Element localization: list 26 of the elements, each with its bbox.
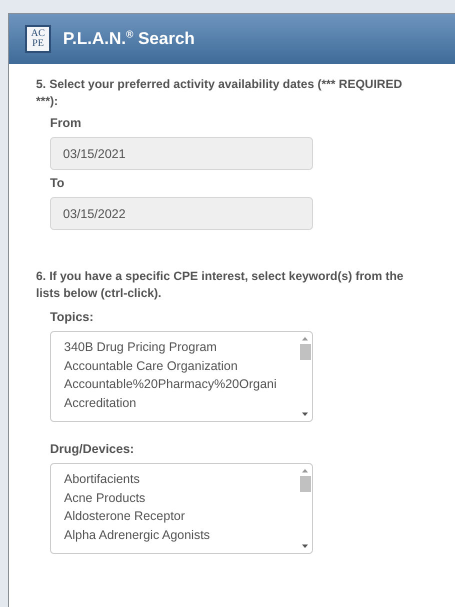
keyword-listbox[interactable]: 340B Drug Pricing Program Accountable Care Organization Accountable%20Pharmacy%20Organi Accreditation [50,331,313,422]
scrollbar-thumb[interactable] [300,476,310,492]
list-option[interactable]: Accountable%20Pharmacy%20Organi [64,375,298,394]
list-option[interactable]: Alpha Adrenergic Agonists [64,526,298,545]
scroll-up-icon[interactable] [301,336,309,341]
list-option[interactable]: 340B Drug Pricing Program [64,338,298,357]
date-field[interactable]: 03/15/2022 [50,197,313,230]
scroll-up-icon[interactable] [301,468,309,473]
date-field[interactable]: 03/15/2021 [50,137,313,170]
keyword-listbox[interactable]: Abortifacients Acne Products Aldosterone Receptor Alpha Adrenergic Agonists [50,463,313,554]
scrollbar-thumb[interactable] [300,344,310,360]
logo-icon: AC PE [25,25,51,53]
list-option[interactable]: Abortifacients [64,470,298,489]
list-option[interactable]: Accreditation [64,394,298,413]
scroll-down-icon[interactable] [301,544,309,549]
list-option[interactable]: Accountable Care Organization [64,356,298,376]
scroll-down-icon[interactable] [301,412,309,417]
section-heading: 5. Select your preferred activity availability dates (*** REQUIRED ***): [36,76,404,110]
list-option[interactable]: Aldosterone Receptor [64,507,298,526]
page-title: P.L.A.N.$^{®}$ Search [63,29,195,49]
list-label: Drug/Devices: [50,442,136,456]
field-label: From [50,116,82,130]
list-label: Topics: [50,310,95,324]
section-heading: 6. If you have a specific CPE interest, select keyword(s) from the lists below (ctrl-click). [36,268,404,302]
field-label: To [50,176,66,190]
list-option[interactable]: Acne Products [64,488,298,508]
